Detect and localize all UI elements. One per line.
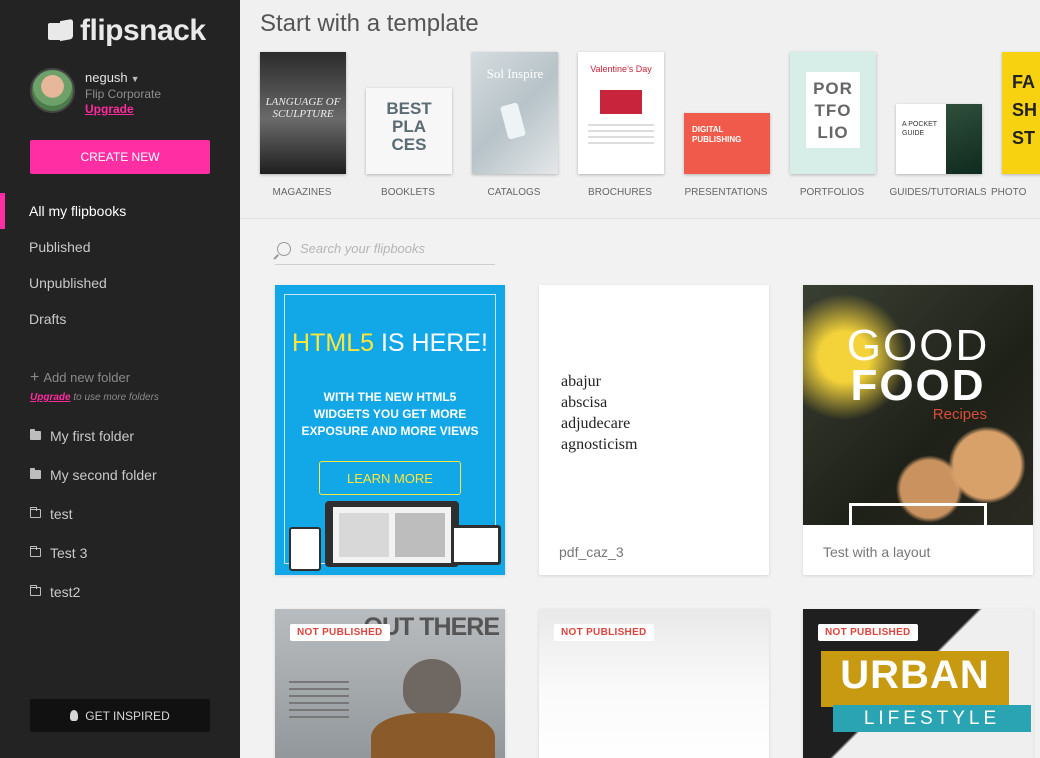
cover-text: A POCKET GUIDE — [902, 121, 937, 137]
promo-heading: HTML5 IS HERE! — [275, 329, 505, 358]
status-badge: NOT PUBLISHED — [290, 624, 390, 641]
folder-list: My first folder My second folder test Te… — [29, 416, 157, 611]
folder-label: My first folder — [50, 427, 135, 444]
template-catalogs[interactable]: Sol Inspire CATALOGS — [461, 30, 567, 198]
user-plan: Flip Corporate — [85, 87, 162, 101]
logo[interactable]: flipsnack — [48, 14, 206, 48]
promo-subtext: WITH THE NEW HTML5 WIDGETS YOU GET MORE … — [301, 390, 479, 438]
avatar[interactable] — [30, 68, 75, 113]
search-bar — [275, 233, 495, 265]
search-input[interactable] — [300, 241, 490, 256]
status-badge: NOT PUBLISHED — [554, 624, 654, 641]
template-photo[interactable]: FASH ST PHOTO — [991, 30, 1040, 198]
folder-label: Test 3 — [50, 544, 88, 561]
template-guides[interactable]: A POCKET GUIDE GUIDES/TUTORIALS — [885, 30, 991, 198]
folder-upgrade-link[interactable]: Upgrade — [30, 392, 71, 403]
search-icon — [277, 241, 291, 256]
template-booklets[interactable]: BEST PLA CES BOOKLETS — [355, 30, 461, 198]
cover-word: adjudecare — [561, 415, 631, 432]
cover-text: Sol Inspire — [486, 66, 544, 81]
folder-outline-icon — [29, 545, 41, 557]
user-name: negush — [85, 70, 128, 85]
flipbook-card[interactable]: OUT THERE NOT PUBLISHED — [275, 609, 505, 758]
flipsnack-logo-icon — [48, 18, 74, 42]
folder-upgrade-note: Upgrade to use more folders — [30, 392, 159, 403]
folder-upgrade-text: to use more folders — [70, 392, 159, 403]
folder-item[interactable]: test — [29, 494, 157, 533]
folder-item[interactable]: test2 — [29, 572, 157, 611]
template-strip: Start with a template LANGUAGE OF SCULPT… — [240, 0, 1040, 219]
upgrade-link[interactable]: Upgrade — [85, 102, 161, 117]
folder-label: test2 — [50, 583, 81, 600]
sidebar-nav: All my flipbooks Published Unpublished D… — [0, 193, 240, 337]
promo-heading-highlight: HTML5 — [292, 329, 375, 357]
nav-item-all-flipbooks[interactable]: All my flipbooks — [0, 193, 240, 229]
cover-text: LANGUAGE OF SCULPTURE — [265, 96, 341, 120]
folder-label: My second folder — [50, 466, 157, 483]
flipbook-card[interactable]: URBAN LIFESTYLE NOT PUBLISHED — [803, 609, 1033, 758]
cover-word: abajur — [561, 373, 601, 390]
template-portfolios[interactable]: POR TFO LIO PORTFOLIOS — [779, 30, 885, 198]
template-magazines[interactable]: LANGUAGE OF SCULPTURE MAGAZINES — [249, 30, 355, 198]
cover-title: LIFESTYLE — [863, 708, 1001, 729]
cover-text: DIGITAL PUBLISHING — [692, 125, 742, 144]
get-inspired-label: GET INSPIRED — [85, 708, 170, 723]
cover-text: FASH ST — [1012, 72, 1038, 148]
folder-label: test — [50, 505, 73, 522]
folder-item[interactable]: My second folder — [30, 455, 157, 494]
cover-text: BEST PLA CES — [386, 99, 432, 154]
nav-item-unpublished[interactable]: Unpublished — [0, 265, 240, 301]
folder-item[interactable]: Test 3 — [29, 533, 157, 572]
cover-image: GOOD FOOD Recipes — [803, 285, 1033, 525]
user-menu[interactable]: negush ▼ — [85, 70, 161, 87]
sidebar: flipsnack negush ▼ Flip Corporate Upgrade… — [0, 0, 240, 758]
folder-outline-icon — [29, 584, 41, 596]
cover-word: agnosticism — [561, 436, 638, 453]
template-brochures[interactable]: Valentine's Day BROCHURES — [567, 30, 673, 198]
promo-heading-text: IS HERE! — [374, 329, 488, 357]
cover-word: abscisa — [561, 394, 608, 411]
folder-item[interactable]: My first folder — [30, 416, 157, 455]
lightbulb-icon — [70, 710, 79, 721]
flipbook-card[interactable]: NOT PUBLISHED — [539, 609, 769, 758]
cover-wordlist: abajur abscisa adjudecare agnosticism — [561, 371, 637, 455]
cover-title: FOOD — [850, 361, 986, 410]
cover-text: POR TFO LIO — [806, 72, 860, 148]
logo-text: flipsnack — [80, 14, 206, 47]
user-profile: negush ▼ Flip Corporate Upgrade — [30, 68, 161, 117]
nav-item-drafts[interactable]: Drafts — [0, 301, 240, 337]
add-folder-button[interactable]: + Add new folder — [30, 369, 130, 387]
cover-text: Valentine's Day — [590, 64, 652, 74]
get-inspired-button[interactable]: GET INSPIRED — [30, 699, 210, 732]
nav-item-published[interactable]: Published — [0, 229, 240, 265]
learn-more-button[interactable]: LEARN MORE — [319, 461, 461, 495]
folder-filled-icon — [30, 429, 41, 440]
flipbook-card[interactable]: abajur abscisa adjudecare agnosticism pd… — [539, 285, 769, 575]
promo-card[interactable]: HTML5 IS HERE! WITH THE NEW HTML5 WIDGET… — [275, 285, 505, 575]
template-presentations[interactable]: DIGITAL PUBLISHING PRESENTATIONS — [673, 30, 779, 198]
create-new-button[interactable]: CREATE NEW — [30, 140, 210, 174]
cover-title: URBAN — [840, 653, 990, 697]
flipbook-card[interactable]: GOOD FOOD Recipes Test with a layout — [803, 285, 1033, 575]
cover-subtitle: Recipes — [932, 406, 987, 423]
folder-filled-icon — [30, 468, 41, 479]
caret-down-icon: ▼ — [130, 74, 140, 84]
card-title: pdf_caz_3 — [559, 544, 624, 560]
template-label: GUIDES/TUTORIALS — [889, 187, 987, 198]
status-badge: NOT PUBLISHED — [818, 624, 918, 641]
add-folder-label: Add new folder — [43, 370, 131, 385]
folder-outline-icon — [29, 506, 41, 518]
plus-icon: + — [30, 369, 40, 386]
card-title: Test with a layout — [823, 544, 931, 560]
template-label: PHOTO — [991, 187, 1027, 198]
